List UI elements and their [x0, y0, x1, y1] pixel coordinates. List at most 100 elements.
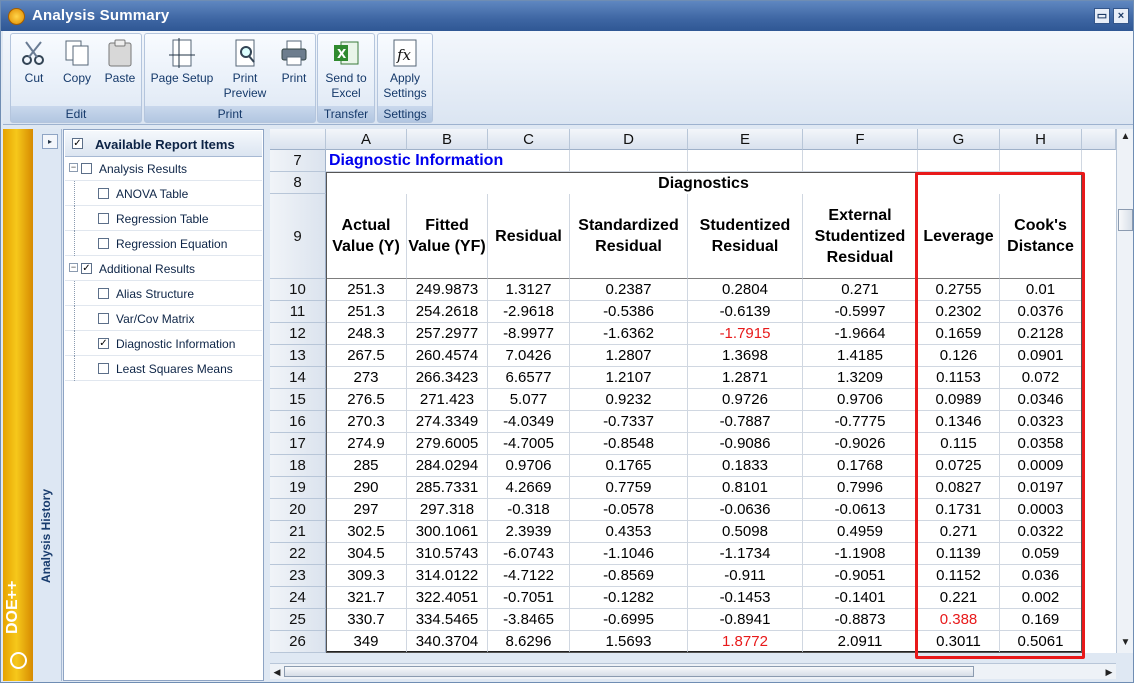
tree-item-checkbox[interactable]: [98, 363, 109, 374]
tree-item-checkbox[interactable]: [98, 213, 109, 224]
print-preview-button[interactable]: Print Preview: [219, 36, 271, 106]
tree-item-checkbox[interactable]: [81, 163, 92, 174]
print-button[interactable]: Print: [275, 36, 313, 106]
page-setup-icon: [169, 38, 195, 68]
brand-strip: DOE++: [3, 129, 33, 681]
row-header-25[interactable]: 25: [270, 609, 326, 631]
tree-item-var-cov-matrix[interactable]: Var/Cov Matrix: [65, 306, 262, 331]
row-header-16[interactable]: 16: [270, 411, 326, 433]
row-header-26[interactable]: 26: [270, 631, 326, 653]
row-header-9[interactable]: 9: [270, 194, 326, 279]
row-header-12[interactable]: 12: [270, 323, 326, 345]
expander-icon[interactable]: −: [69, 163, 78, 172]
column-header-f[interactable]: F: [803, 129, 918, 150]
tree-item-regression-table[interactable]: Regression Table: [65, 206, 262, 231]
row-header-10[interactable]: 10: [270, 279, 326, 301]
tree-item-checkbox[interactable]: [98, 238, 109, 249]
paste-button[interactable]: Paste: [101, 36, 139, 106]
tree-item-label: Regression Equation: [116, 237, 228, 251]
column-header-g[interactable]: G: [918, 129, 1000, 150]
table-border: [326, 172, 1082, 653]
column-header-a[interactable]: A: [326, 129, 407, 150]
tree-item-anova-table[interactable]: ANOVA Table: [65, 181, 262, 206]
column-header-b[interactable]: B: [407, 129, 488, 150]
ribbon-group-edit: Cut Copy Paste Edit: [10, 33, 142, 123]
empty-cell[interactable]: [803, 150, 918, 172]
vertical-scroll-thumb[interactable]: [1118, 209, 1133, 231]
row-header-22[interactable]: 22: [270, 543, 326, 565]
copy-button[interactable]: Copy: [58, 36, 96, 106]
row-header-23[interactable]: 23: [270, 565, 326, 587]
tree-item-label: ANOVA Table: [116, 187, 189, 201]
cut-button[interactable]: Cut: [16, 36, 52, 106]
page-setup-button[interactable]: Page Setup: [148, 36, 216, 106]
tree-item-alias-structure[interactable]: Alias Structure: [65, 281, 262, 306]
tree-item-checkbox[interactable]: [98, 288, 109, 299]
column-header-e[interactable]: E: [688, 129, 803, 150]
row-header-24[interactable]: 24: [270, 587, 326, 609]
brand-logo-text: DOE++: [4, 580, 21, 634]
row-header-17[interactable]: 17: [270, 433, 326, 455]
expand-history-button[interactable]: ▸: [42, 134, 58, 149]
row-header-8[interactable]: 8: [270, 172, 326, 194]
row-header-18[interactable]: 18: [270, 455, 326, 477]
apply-settings-label: Apply Settings: [383, 71, 427, 100]
ribbon-group-settings: fx Apply Settings Settings: [377, 33, 433, 123]
empty-cell[interactable]: [1000, 150, 1082, 172]
paste-label: Paste: [104, 71, 136, 85]
send-to-excel-button[interactable]: X Send to Excel: [321, 36, 371, 106]
tree-item-checkbox[interactable]: [98, 313, 109, 324]
printer-icon: [281, 40, 307, 66]
restore-button[interactable]: ▭: [1094, 8, 1110, 24]
scroll-left-arrow[interactable]: ◀: [271, 665, 283, 679]
send-to-excel-label: Send to Excel: [325, 71, 367, 100]
tree-connector: [74, 181, 75, 206]
available-items-checkbox[interactable]: ✓: [72, 138, 83, 149]
column-header-d[interactable]: D: [570, 129, 688, 150]
column-header-c[interactable]: C: [488, 129, 570, 150]
row-header-20[interactable]: 20: [270, 499, 326, 521]
row-header-13[interactable]: 13: [270, 345, 326, 367]
tree-item-label: Alias Structure: [116, 287, 195, 301]
svg-text:X: X: [337, 47, 347, 61]
ribbon-group-transfer: X Send to Excel Transfer: [317, 33, 375, 123]
row-header-21[interactable]: 21: [270, 521, 326, 543]
apply-settings-button[interactable]: fx Apply Settings: [380, 36, 430, 106]
tree-connector: [74, 306, 75, 331]
tree-item-least-squares-means[interactable]: Least Squares Means: [65, 356, 262, 381]
empty-cell[interactable]: [688, 150, 803, 172]
sheet-corner[interactable]: [270, 129, 326, 150]
horizontal-scroll-thumb[interactable]: [284, 666, 974, 677]
scroll-up-arrow[interactable]: ▲: [1119, 131, 1132, 145]
row-header-15[interactable]: 15: [270, 389, 326, 411]
tree-item-checkbox[interactable]: ✓: [81, 263, 92, 274]
tree-item-checkbox[interactable]: ✓: [98, 338, 109, 349]
tree-item-checkbox[interactable]: [98, 188, 109, 199]
scroll-right-arrow[interactable]: ▶: [1103, 665, 1115, 679]
empty-cell[interactable]: [918, 150, 1000, 172]
group-label-settings: Settings: [378, 106, 432, 122]
analysis-history-panel[interactable]: ▸ Analysis History: [33, 129, 62, 681]
tree-item-analysis-results[interactable]: − Analysis Results: [65, 156, 262, 181]
expander-icon[interactable]: −: [69, 263, 78, 272]
scroll-down-arrow[interactable]: ▼: [1119, 637, 1132, 651]
tree-item-additional-results[interactable]: − ✓ Additional Results: [65, 256, 262, 281]
copy-icon: [65, 40, 89, 66]
row-header-7[interactable]: 7: [270, 150, 326, 172]
clipboard-icon: [108, 39, 132, 67]
tree-item-diagnostic-information[interactable]: ✓ Diagnostic Information: [65, 331, 262, 356]
column-header-h[interactable]: H: [1000, 129, 1082, 150]
vertical-scrollbar[interactable]: ▲ ▼: [1116, 129, 1133, 653]
cut-label: Cut: [24, 71, 44, 85]
empty-cell[interactable]: [570, 150, 688, 172]
page-setup-label: Page Setup: [150, 71, 214, 85]
group-label-edit: Edit: [11, 106, 141, 122]
tree-item-regression-equation[interactable]: Regression Equation: [65, 231, 262, 256]
row-header-19[interactable]: 19: [270, 477, 326, 499]
close-button[interactable]: ×: [1113, 8, 1129, 24]
row-header-14[interactable]: 14: [270, 367, 326, 389]
tree-header: ✓ Available Report Items: [65, 131, 262, 157]
horizontal-scrollbar[interactable]: ◀ ▶: [270, 663, 1116, 679]
report-items-tree: ✓ Available Report Items − Analysis Resul…: [63, 129, 264, 681]
row-header-11[interactable]: 11: [270, 301, 326, 323]
